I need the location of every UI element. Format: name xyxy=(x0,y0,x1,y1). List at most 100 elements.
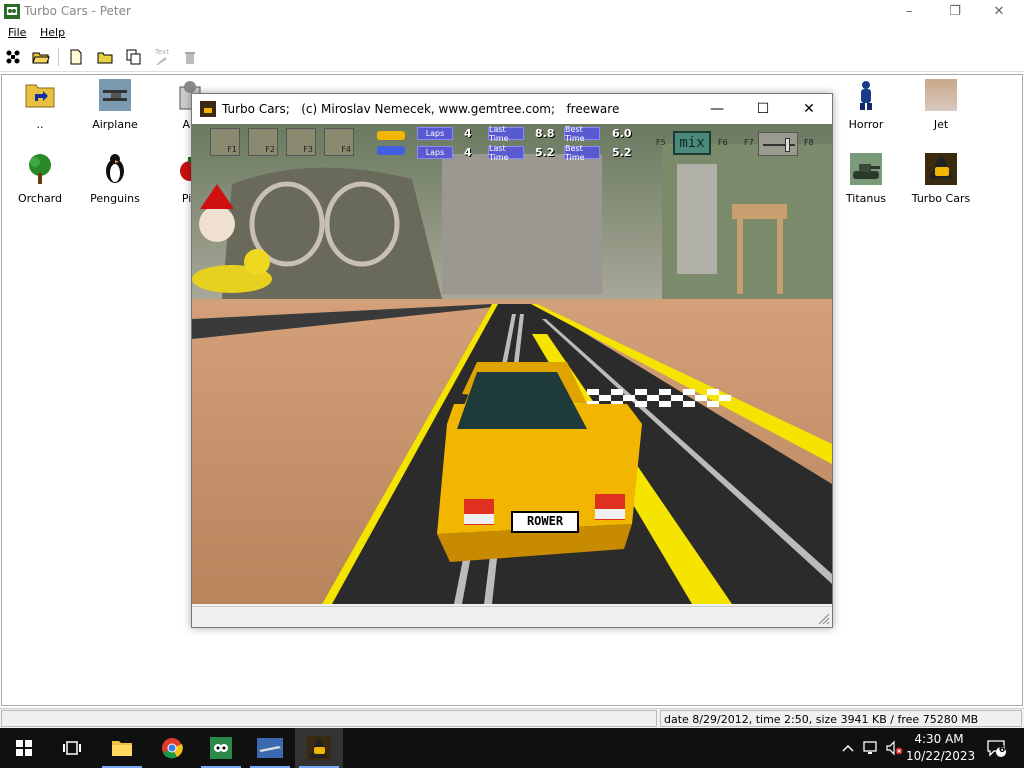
last-time-label-p2: Last Time xyxy=(488,144,524,162)
game-status-bar xyxy=(192,606,832,627)
best-time-value-p1: 6.0 xyxy=(612,127,632,140)
taskbar-turbo-cars[interactable] xyxy=(295,728,343,768)
best-time-label-p2: Best Time xyxy=(564,144,600,162)
best-time-label-p1: Best Time xyxy=(564,125,600,143)
item-orchard[interactable]: Orchard xyxy=(5,153,75,205)
copy-button[interactable] xyxy=(124,48,144,66)
hud-f8-label[interactable]: F8 xyxy=(804,138,814,147)
item-up-folder[interactable]: .. xyxy=(5,79,75,131)
new-folder-icon xyxy=(97,52,113,64)
item-titanus[interactable]: Titanus xyxy=(831,153,901,205)
item-label: Turbo Cars xyxy=(911,192,971,205)
hud-f5-label[interactable]: F5 xyxy=(656,138,666,147)
player-cars-icon xyxy=(377,131,405,155)
show-hidden-icons-button[interactable] xyxy=(838,738,858,758)
hud-f6-label[interactable]: F6 xyxy=(718,138,728,147)
clock-time: 4:30 AM xyxy=(914,732,964,746)
game-minimize-button[interactable]: — xyxy=(694,94,740,124)
peter-app-icon xyxy=(210,737,232,759)
rename-button[interactable]: Text xyxy=(152,48,172,66)
laps-value-p1: 4 xyxy=(464,127,472,140)
volume-slider-track xyxy=(763,144,795,146)
hud-button-f3[interactable]: F3 xyxy=(286,128,316,156)
turbo-cars-taskbar-icon xyxy=(307,736,331,760)
license-plate: ROWER xyxy=(526,514,564,528)
window-title: Turbo Cars - Peter xyxy=(24,4,131,18)
item-label: Orchard xyxy=(17,192,62,205)
game-scene[interactable]: ROWER F1 F2 F3 F4 Laps 4 Last Time 8.8 B… xyxy=(192,124,832,604)
resize-grip-icon[interactable] xyxy=(818,613,830,625)
chevron-up-icon xyxy=(842,744,854,752)
item-label: Airplane xyxy=(92,118,138,131)
task-view-icon xyxy=(63,741,81,755)
volume-muted-icon xyxy=(886,740,903,756)
laps-value-p2: 4 xyxy=(464,146,472,159)
item-airplane[interactable]: Airplane xyxy=(80,79,150,131)
hud-button-f2[interactable]: F2 xyxy=(248,128,278,156)
chrome-icon xyxy=(162,738,183,759)
item-label: Jet xyxy=(933,118,949,131)
jet-icon xyxy=(925,79,957,111)
new-file-icon xyxy=(70,49,82,65)
horror-icon xyxy=(860,81,872,110)
start-icon xyxy=(6,50,20,64)
open-button[interactable] xyxy=(31,48,51,66)
tank-icon xyxy=(850,153,882,185)
race-track-view xyxy=(192,124,832,604)
item-turbo-cars[interactable]: Turbo Cars xyxy=(906,153,976,205)
item-label: Penguins xyxy=(90,192,140,205)
volume-slider-thumb[interactable] xyxy=(785,138,790,152)
network-icon xyxy=(863,741,877,754)
new-file-button[interactable] xyxy=(66,48,86,66)
item-label: .. xyxy=(36,118,44,131)
hud-button-f1[interactable]: F1 xyxy=(210,128,240,156)
menu-bar: File Help xyxy=(0,23,1024,42)
mix-button[interactable]: mix xyxy=(673,131,711,155)
taskbar: 4:30 AM 10/22/2023 6 xyxy=(0,728,1024,768)
open-folder-icon xyxy=(32,52,50,64)
menu-file[interactable]: File xyxy=(8,26,26,39)
item-penguins[interactable]: Penguins xyxy=(80,153,150,205)
delete-button[interactable] xyxy=(180,48,200,66)
title-bar: Turbo Cars - Peter – ❐ ✕ xyxy=(0,0,1024,23)
game-close-button[interactable]: ✕ xyxy=(786,94,832,124)
item-horror[interactable]: Horror xyxy=(831,79,901,131)
game-title-bar: Turbo Cars; (c) Miroslav Nemecek, www.ge… xyxy=(192,94,832,124)
taskbar-jet[interactable] xyxy=(246,728,294,768)
status-bar: date 8/29/2012, time 2:50, size 3941 KB … xyxy=(0,708,1024,728)
game-window[interactable]: Turbo Cars; (c) Miroslav Nemecek, www.ge… xyxy=(191,93,833,628)
start-button[interactable] xyxy=(3,48,23,66)
last-time-label-p1: Last Time xyxy=(488,125,524,143)
toolbar: Text xyxy=(0,42,1024,72)
hud-f7-label[interactable]: F7 xyxy=(744,138,754,147)
new-folder-button[interactable] xyxy=(95,48,115,66)
notification-count-badge: 6 xyxy=(998,745,1006,755)
status-pane-left xyxy=(1,710,657,727)
item-label: Horror xyxy=(848,118,884,131)
volume-slider[interactable] xyxy=(758,132,798,156)
taskbar-chrome[interactable] xyxy=(148,728,196,768)
taskbar-clock[interactable]: 4:30 AM 10/22/2023 xyxy=(906,731,975,765)
hud-button-f4[interactable]: F4 xyxy=(324,128,354,156)
taskbar-peter[interactable] xyxy=(197,728,245,768)
minimize-button[interactable]: – xyxy=(886,0,932,23)
item-jet[interactable]: Jet xyxy=(906,79,976,131)
laps-label-p1: Laps xyxy=(417,127,453,140)
airplane-icon xyxy=(99,79,131,111)
game-maximize-button[interactable]: ☐ xyxy=(740,94,786,124)
close-button[interactable]: ✕ xyxy=(976,0,1022,23)
tree-icon xyxy=(29,154,51,184)
taskbar-file-explorer[interactable] xyxy=(98,728,146,768)
pen-icon xyxy=(156,56,167,65)
network-tray-button[interactable] xyxy=(861,738,881,758)
volume-tray-button[interactable] xyxy=(884,738,904,758)
rename-text-label: Text xyxy=(154,47,170,56)
maximize-button[interactable]: ❐ xyxy=(932,0,978,23)
last-time-value-p1: 8.8 xyxy=(535,127,555,140)
folder-up-icon xyxy=(25,84,55,108)
windows-icon xyxy=(16,740,32,756)
menu-help[interactable]: Help xyxy=(40,26,65,39)
task-view-button[interactable] xyxy=(48,728,96,768)
start-menu-button[interactable] xyxy=(0,728,48,768)
notification-center-button[interactable]: 6 xyxy=(982,738,1010,758)
